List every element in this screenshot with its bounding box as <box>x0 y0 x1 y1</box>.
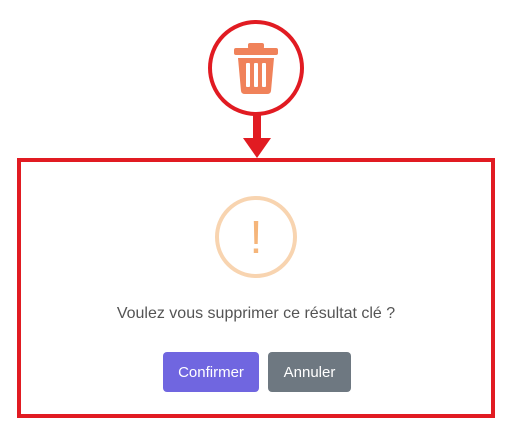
warning-glyph: ! <box>249 211 263 263</box>
cancel-button[interactable]: Annuler <box>268 352 351 392</box>
arrow-down-icon <box>243 138 271 158</box>
exclamation-warning-icon: ! <box>215 196 297 278</box>
tutorial-screenshot: ! Voulez vous supprimer ce résultat clé … <box>0 0 511 434</box>
confirm-button[interactable]: Confirmer <box>163 352 259 392</box>
dialog-message: Voulez vous supprimer ce résultat clé ? <box>116 305 396 322</box>
trash-icon[interactable] <box>231 41 281 95</box>
trash-callout <box>208 20 304 116</box>
